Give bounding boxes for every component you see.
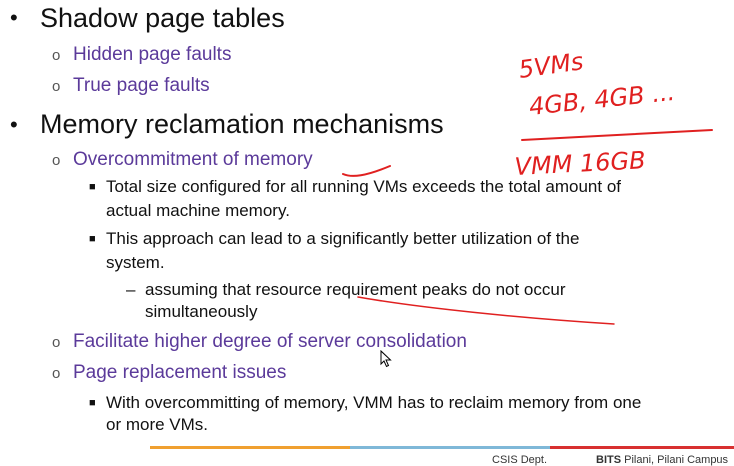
footer-dept: CSIS Dept. xyxy=(492,454,548,466)
bullet-level3: ■ xyxy=(89,233,96,245)
bullet-level1: • xyxy=(10,5,18,30)
ink-separator-line xyxy=(521,129,713,141)
ink-text-vmm-16gb: VMM 16GB xyxy=(514,146,646,181)
bullet-level3: ■ xyxy=(89,397,96,409)
item-hidden-page-faults: Hidden page faults xyxy=(73,44,232,65)
bullet-level2: o xyxy=(52,78,61,95)
footer-campus: BITS Pilani, Pilani Campus xyxy=(596,454,728,466)
ink-underline xyxy=(357,296,615,325)
item-true-page-faults: True page faults xyxy=(73,75,210,96)
mouse-cursor-icon xyxy=(380,350,392,368)
text-total-size-line2: actual machine memory. xyxy=(106,201,290,220)
heading-memory-reclamation: Memory reclamation mechanisms xyxy=(40,109,444,139)
footer-stripe-red xyxy=(550,446,734,449)
footer-campus-rest: Pilani, Pilani Campus xyxy=(621,454,729,466)
bullet-level2: o xyxy=(52,152,61,169)
heading-shadow-page-tables: Shadow page tables xyxy=(40,3,285,33)
text-approach-line1: This approach can lead to a significantl… xyxy=(106,229,580,248)
bullet-level3: ■ xyxy=(89,181,96,193)
bullet-level1: • xyxy=(10,112,18,137)
bullet-level2: o xyxy=(52,47,61,64)
item-facilitate: Facilitate higher degree of server conso… xyxy=(73,331,467,352)
text-assuming-line1: assuming that resource requirement peaks… xyxy=(145,280,566,299)
text-assuming-line2: simultaneously xyxy=(145,302,258,321)
footer-stripe-orange xyxy=(150,446,350,449)
item-page-replacement: Page replacement issues xyxy=(73,362,287,383)
bullet-level2: o xyxy=(52,365,61,382)
slide: • Shadow page tables o Hidden page fault… xyxy=(0,0,734,466)
ink-check-mark xyxy=(342,165,391,177)
ink-text-4gb: 4GB, 4GB ... xyxy=(528,78,677,121)
text-overcommitting-line1: With overcommitting of memory, VMM has t… xyxy=(106,393,642,412)
bullet-level2: o xyxy=(52,334,61,351)
footer-campus-bold: BITS xyxy=(596,454,622,466)
bullet-level4: – xyxy=(126,280,136,299)
text-approach-line2: system. xyxy=(106,253,165,272)
text-total-size-line1: Total size configured for all running VM… xyxy=(106,177,622,196)
text-overcommitting-line2: or more VMs. xyxy=(106,415,209,434)
footer-stripe-blue xyxy=(350,446,550,449)
item-overcommitment: Overcommitment of memory xyxy=(73,149,313,170)
ink-text-5vms: 5VMs xyxy=(517,47,585,84)
